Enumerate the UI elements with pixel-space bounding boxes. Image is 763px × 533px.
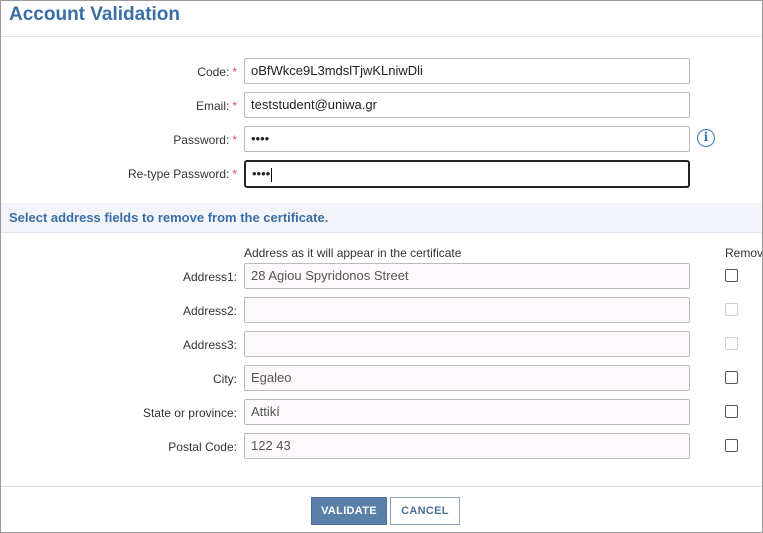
postal-code-row: Postal Code: 122 43 (1, 433, 762, 461)
postal-code-label: Postal Code: (168, 440, 237, 454)
state-field[interactable]: Attikí (244, 399, 690, 425)
email-field[interactable]: teststudent@uniwa.gr (244, 92, 690, 118)
account-validation-dialog: Account Validation Code: * oBfWkce9L3mdsl… (0, 0, 763, 533)
city-label: City: (213, 372, 237, 386)
cancel-button[interactable]: CANCEL (390, 497, 460, 525)
address3-field[interactable] (244, 331, 690, 357)
address1-field[interactable]: 28 Agiou Spyridonos Street (244, 263, 690, 289)
password-label: Password: * (173, 133, 237, 147)
password-field[interactable]: •••• (244, 126, 690, 152)
address1-label: Address1: (182, 270, 237, 284)
remove-column-header: Remove (725, 246, 763, 260)
retype-password-label: Re-type Password: * (127, 167, 237, 181)
address2-label: Address2: (182, 304, 237, 318)
address2-remove-checkbox (725, 303, 738, 316)
code-field[interactable]: oBfWkce9L3mdslTjwKLniwDli (244, 58, 690, 84)
required-marker: * (232, 99, 237, 113)
title-divider (1, 36, 762, 37)
retype-password-field[interactable]: •••• (244, 160, 690, 188)
city-field[interactable]: Egaleo (244, 365, 690, 391)
postal-code-remove-checkbox[interactable] (725, 439, 738, 452)
city-remove-checkbox[interactable] (725, 371, 738, 384)
address-column-header: Address as it will appear in the certifi… (244, 246, 462, 260)
address2-field[interactable] (244, 297, 690, 323)
address-section-title: Select address fields to remove from the… (9, 210, 329, 225)
address1-row: Address1: 28 Agiou Spyridonos Street (1, 263, 762, 291)
city-row: City: Egaleo (1, 365, 762, 393)
code-row: Code: * oBfWkce9L3mdslTjwKLniwDli (1, 58, 762, 86)
address2-row: Address2: (1, 297, 762, 325)
state-remove-checkbox[interactable] (725, 405, 738, 418)
validate-button[interactable]: VALIDATE (311, 497, 387, 525)
address-section-header: Select address fields to remove from the… (1, 203, 762, 233)
password-row: Password: * •••• (1, 126, 762, 154)
email-row: Email: * teststudent@uniwa.gr (1, 92, 762, 120)
footer-divider (1, 486, 762, 487)
state-row: State or province: Attikí (1, 399, 762, 427)
required-marker: * (232, 133, 237, 147)
required-marker: * (232, 167, 237, 181)
code-label: Code: * (197, 65, 237, 79)
page-title: Account Validation (9, 4, 181, 25)
address3-row: Address3: (1, 331, 762, 359)
postal-code-field[interactable]: 122 43 (244, 433, 690, 459)
address3-label: Address3: (182, 338, 237, 352)
address1-remove-checkbox[interactable] (725, 269, 738, 282)
state-label: State or province: (142, 406, 237, 420)
required-marker: * (232, 65, 237, 79)
retype-password-row: Re-type Password: * •••• (1, 160, 762, 188)
address3-remove-checkbox (725, 337, 738, 350)
info-icon[interactable]: i (697, 129, 715, 147)
email-label: Email: * (195, 99, 237, 113)
